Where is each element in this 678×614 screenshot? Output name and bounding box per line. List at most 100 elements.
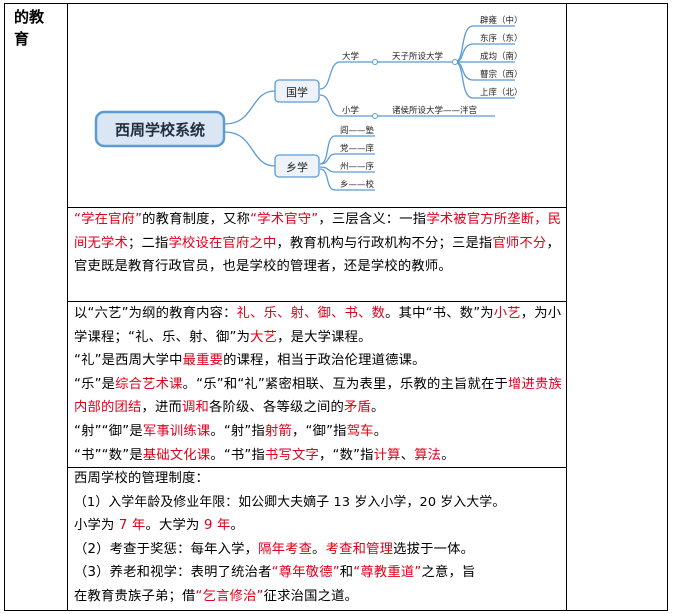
she-yu-line: “射”“御”是军事训练课。“射”指射箭，“御”指驾车。 — [74, 420, 564, 444]
mgmt-line-1: （1）入学年龄及修业年限：如公卿大夫嫡子 13 岁入小学，20 岁入大学。 — [74, 494, 506, 510]
term: “尊年敬德” — [271, 565, 340, 581]
mgmt-line-2: 小学为 7 年。大学为 9 年。 — [74, 514, 564, 538]
yue-line: “乐”是综合艺术课。“乐”和“礼”紧密相联、互为表里，乐教的主旨就在于增进贵族内… — [74, 373, 564, 420]
paragraph-liuyi: 以“六艺”为纲的教育内容：礼、乐、射、御、书、数。其中“书、数”为小艺，为小学课… — [74, 302, 564, 467]
mgmt-line-4: （3）养老和视学：表明了统治者“尊年敬德”和“尊教重道”之意，旨 — [74, 561, 564, 585]
guoxue-label: 国学 — [286, 85, 308, 99]
xiaoxue-desc-label: 诸侯所设大学——泮宫 — [392, 105, 477, 116]
term: 小艺 — [493, 306, 521, 321]
text: 的教育制度，又称 — [142, 212, 251, 227]
text: ，“御”指 — [292, 423, 347, 439]
term: “尊教重道” — [353, 565, 422, 581]
paragraph-xue-zai-guanfu: “学在官府”的教育制度，又称“学术官守”，三层含义：一指学术被官方所垄断，民间无… — [74, 208, 564, 279]
text: ，“数”指 — [319, 447, 374, 463]
term: 7 年 — [118, 518, 146, 534]
table-border-left — [4, 3, 5, 611]
term: 综合艺术课 — [115, 376, 183, 392]
text: 。 — [312, 541, 326, 557]
term: 书写文字 — [265, 447, 320, 463]
text: 的课程，相当于政治伦理道德课。 — [223, 353, 426, 369]
text: 之意，旨 — [421, 565, 476, 581]
text: ，三层含义：一指 — [318, 212, 427, 227]
term: 基础文化课 — [142, 447, 211, 463]
term: 礼、乐、射、御、书、数 — [236, 306, 386, 321]
term: “学在官府” — [74, 212, 143, 227]
text: 。 — [441, 447, 455, 463]
table-column-divider — [67, 3, 68, 611]
connector-root-guoxue — [224, 90, 276, 125]
daxue-item: 成均（南） — [480, 51, 523, 62]
term: 隔年考查 — [258, 541, 313, 557]
text: 和 — [339, 565, 354, 581]
daxue-item: 上庠（北） — [480, 87, 523, 98]
text: “射”“御”是 — [74, 423, 143, 439]
text: （2）考查于奖惩：每年入学， — [74, 541, 259, 557]
term: 军事训练课 — [142, 423, 211, 439]
section-heading-text: 的教 育 — [14, 8, 45, 48]
term: 学校设在官府之中 — [168, 235, 277, 251]
text: 以“六艺”为纲的教育内容： — [74, 306, 237, 321]
text: “礼”是西周大学中 — [74, 353, 183, 369]
connector-guoxue-daxue — [319, 61, 380, 90]
text: 各阶级、各等级之间的 — [208, 400, 344, 416]
xiangxue-item: 闾——塾 — [340, 125, 375, 136]
text: 征求治国之道。 — [263, 588, 359, 604]
xiangxue-item: 州——序 — [340, 161, 375, 172]
xiangxue-item: 乡——校 — [340, 179, 375, 190]
table-column-divider — [566, 3, 567, 611]
text: 选拔于一体。 — [393, 541, 475, 557]
liuyi-line: 以“六艺”为纲的教育内容：礼、乐、射、御、书、数。其中“书、数”为小艺，为小学课… — [74, 302, 564, 349]
daxue-item: 瞽宗（西） — [480, 69, 523, 80]
text: 。 — [373, 423, 388, 439]
term: 驾车 — [346, 423, 374, 439]
section-heading: 的教 育 — [14, 6, 64, 50]
term: 计算 — [373, 447, 401, 463]
mgmt-title: 西周学校的管理制度： — [74, 471, 209, 486]
xiaoxue-label: 小学 — [342, 105, 360, 116]
term: 矛盾 — [343, 400, 371, 416]
text: 在教育贵族子弟；借 — [74, 588, 196, 604]
text: 小学为 — [74, 518, 119, 534]
li-line: “礼”是西周大学中最重要的课程，相当于政治伦理道德课。 — [74, 349, 564, 373]
term: “学术官守” — [250, 212, 319, 227]
text: 。“射”指 — [210, 423, 266, 439]
text: ，教育机构与行政机构不分；三是指 — [276, 235, 493, 251]
xiangxue-item: 党——庠 — [340, 143, 375, 154]
term: 官师不分 — [492, 235, 547, 251]
daxue-item: 东序（东） — [480, 33, 523, 44]
mgmt-line-5: 在教育贵族子弟；借“乞言修治”征求治国之道。 — [74, 585, 564, 609]
shu-shu-line: “书”“数”是基础文化课。“书”指书写文字，“数”指计算、算法。 — [74, 444, 564, 468]
school-system-mindmap: 西周学校系统 国学 乡学 大学 天子所设大学 小学 诸侯所设大学——泮宫 辟雍（… — [94, 15, 523, 191]
text: ，进而 — [141, 400, 182, 416]
term: 大艺 — [250, 329, 278, 345]
mgmt-line-3: （2）考查于奖惩：每年入学，隔年考查。考查和管理选拔于一体。 — [74, 538, 564, 562]
text: 。“书”指 — [210, 447, 266, 463]
table-border-bottom — [4, 610, 668, 611]
daxue-label: 大学 — [342, 51, 360, 62]
xiangxue-label: 乡学 — [286, 160, 308, 174]
term: 调和 — [181, 400, 209, 416]
term: “乞言修治” — [195, 588, 264, 604]
term: 最重要 — [182, 353, 224, 369]
text: “书”“数”是 — [74, 447, 143, 463]
connector-root-xiangxue — [224, 131, 276, 167]
term: 9 年 — [203, 518, 231, 534]
text: ；二指 — [128, 235, 169, 251]
term: 射箭 — [265, 423, 293, 439]
branch-dot — [372, 113, 378, 119]
text: 。“乐”和“礼”紧密相联、互为表里，乐教的主旨就在于 — [182, 376, 508, 392]
term: 考查和管理 — [325, 541, 394, 557]
text: 、 — [400, 447, 415, 463]
text: “乐”是 — [74, 376, 116, 392]
term: 算法 — [414, 447, 442, 463]
table-border-right — [667, 3, 668, 611]
root-node-label: 西周学校系统 — [115, 121, 205, 139]
daxue-item: 辟雍（中） — [480, 15, 523, 26]
text: （3）养老和视学：表明了统治者 — [74, 565, 272, 581]
text: 。其中“书、数”为 — [385, 306, 494, 321]
paragraph-management: 西周学校的管理制度： （1）入学年龄及修业年限：如公卿大夫嫡子 13 岁入小学，… — [74, 467, 564, 609]
branch-dot — [372, 59, 378, 65]
text: ，是大学课程。 — [277, 329, 372, 345]
text: 。大学为 — [145, 518, 204, 534]
daxue-desc-label: 天子所设大学 — [392, 51, 444, 62]
